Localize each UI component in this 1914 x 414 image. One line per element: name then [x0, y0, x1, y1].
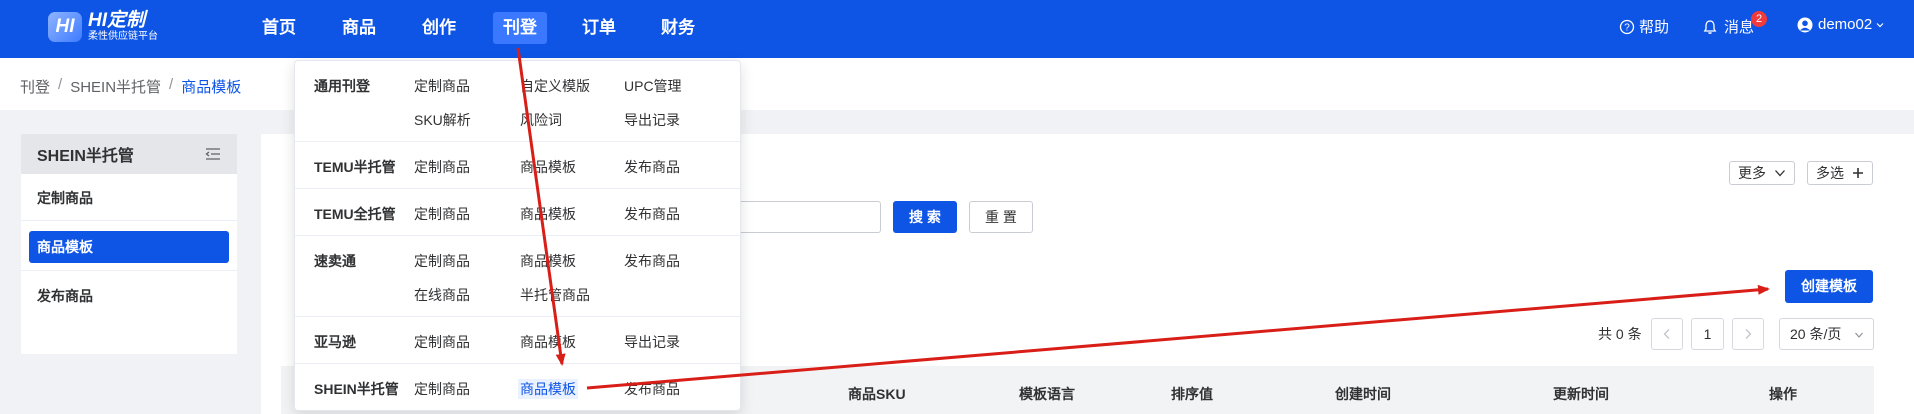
column-header: 排序值 [1171, 386, 1213, 402]
menu-link[interactable]: 定制商品 [414, 251, 470, 271]
menu-link[interactable]: 定制商品 [414, 332, 470, 352]
create-template-button[interactable]: 创建模板 [1785, 270, 1873, 303]
user-avatar-icon [1797, 17, 1813, 32]
page-size-label: 20 条/页 [1790, 326, 1842, 342]
menu-link[interactable]: 导出记录 [624, 332, 680, 352]
column-header: 创建时间 [1335, 386, 1391, 402]
menu-link[interactable]: 定制商品 [414, 204, 470, 224]
menu-link[interactable]: 定制商品 [414, 379, 470, 399]
menu-link[interactable]: 定制商品 [414, 76, 470, 96]
svg-text:?: ? [1624, 22, 1630, 33]
menu-group-temu-semi: TEMU半托管 [314, 159, 396, 175]
menu-link[interactable]: 发布商品 [624, 251, 680, 271]
menu-link[interactable]: 风险词 [520, 110, 562, 130]
breadcrumb-current: 商品模板 [181, 79, 242, 96]
sidebar-item-custom-products[interactable]: 定制商品 [29, 182, 229, 214]
menu-link[interactable]: 发布商品 [624, 379, 680, 399]
chevron-left-icon [1663, 329, 1670, 339]
column-header: 更新时间 [1553, 386, 1609, 402]
menu-group-shein-semi: SHEIN半托管 [314, 381, 399, 397]
menu-group-aliexpress: 速卖通 [314, 253, 356, 269]
menu-link[interactable]: 商品模板 [520, 251, 576, 271]
column-header: 操作 [1769, 386, 1797, 402]
reset-button[interactable]: 重 置 [969, 201, 1033, 233]
menu-link[interactable]: 导出记录 [624, 110, 680, 130]
breadcrumb-item[interactable]: 刊登 [20, 76, 50, 97]
menu-collapse-icon[interactable] [205, 147, 221, 161]
breadcrumb-item[interactable]: SHEIN半托管 [70, 76, 161, 97]
menu-link[interactable]: 商品模板 [520, 332, 576, 352]
menu-group-general: 通用刊登 [314, 78, 370, 94]
sidebar-item-product-templates[interactable]: 商品模板 [29, 231, 229, 263]
sidebar: SHEIN半托管 定制商品 商品模板 发布商品 [21, 134, 237, 354]
menu-link[interactable]: 发布商品 [624, 157, 680, 177]
chevron-down-icon [1855, 332, 1863, 338]
menu-link[interactable]: 商品模板 [520, 204, 576, 224]
chevron-down-icon [1876, 22, 1884, 27]
menu-link-shein-templates[interactable]: 商品模板 [518, 379, 578, 399]
menu-link[interactable]: 定制商品 [414, 157, 470, 177]
nav-finance[interactable]: 财务 [651, 12, 705, 44]
bell-icon [1703, 19, 1717, 34]
multi-select-button[interactable]: 多选 [1807, 161, 1873, 185]
menu-link[interactable]: 半托管商品 [520, 285, 590, 305]
nav-listing[interactable]: 刊登 [493, 12, 547, 44]
search-button[interactable]: 搜 索 [893, 201, 957, 233]
messages-link[interactable]: 消息 2 [1702, 11, 1767, 37]
brand-title: HI定制 [88, 10, 146, 31]
help-label: 帮助 [1639, 19, 1670, 36]
chevron-down-icon [1775, 170, 1785, 177]
column-header: 商品SKU [848, 386, 906, 402]
column-header: 模板语言 [1019, 386, 1075, 402]
total-count: 共 0 条 [1598, 326, 1642, 342]
multi-label: 多选 [1816, 165, 1844, 181]
help-circle-icon: ? [1619, 19, 1635, 34]
menu-group-amazon: 亚马逊 [314, 334, 356, 350]
nav-create[interactable]: 创作 [412, 12, 466, 44]
chevron-right-icon [1745, 329, 1752, 339]
menu-link[interactable]: 商品模板 [520, 157, 576, 177]
breadcrumb-bar: 刊登 / SHEIN半托管 / 商品模板 [0, 58, 1914, 110]
page-size-select[interactable]: 20 条/页 [1779, 318, 1874, 350]
breadcrumb: 刊登 / SHEIN半托管 / 商品模板 [20, 76, 242, 97]
menu-link[interactable]: SKU解析 [414, 110, 471, 130]
sidebar-item-publish-products[interactable]: 发布商品 [29, 280, 229, 312]
search-input[interactable] [740, 201, 881, 233]
user-menu[interactable]: demo02 [1797, 16, 1885, 33]
menu-link[interactable]: 发布商品 [624, 204, 680, 224]
top-navbar: HI HI定制 柔性供应链平台 首页 商品 创作 刊登 订单 财务 ? 帮助 消… [0, 0, 1914, 58]
menu-link[interactable]: 在线商品 [414, 285, 470, 305]
nav-products[interactable]: 商品 [332, 12, 386, 44]
message-count-badge: 2 [1751, 11, 1767, 27]
listing-dropdown-menu: 通用刊登 定制商品 自定义模版 UPC管理 SKU解析 风险词 导出记录 TEM… [294, 60, 741, 411]
menu-link[interactable]: 自定义模版 [520, 76, 590, 96]
logo-mark: HI [48, 12, 82, 42]
nav-orders[interactable]: 订单 [572, 12, 626, 44]
brand-subtitle: 柔性供应链平台 [88, 31, 158, 42]
prev-page-button[interactable] [1651, 318, 1683, 350]
page-number[interactable]: 1 [1691, 318, 1724, 350]
brand-logo[interactable]: HI HI定制 柔性供应链平台 [48, 11, 158, 43]
next-page-button[interactable] [1732, 318, 1764, 350]
menu-link[interactable]: UPC管理 [624, 76, 682, 96]
menu-group-temu-full: TEMU全托管 [314, 206, 396, 222]
sidebar-title: SHEIN半托管 [37, 148, 134, 165]
messages-label: 消息 [1724, 19, 1755, 36]
plus-icon [1853, 168, 1863, 178]
more-filters-button[interactable]: 更多 [1729, 161, 1795, 185]
more-label: 更多 [1738, 165, 1766, 181]
username: demo02 [1818, 16, 1873, 33]
nav-home[interactable]: 首页 [252, 12, 306, 44]
help-link[interactable]: ? 帮助 [1619, 16, 1669, 37]
